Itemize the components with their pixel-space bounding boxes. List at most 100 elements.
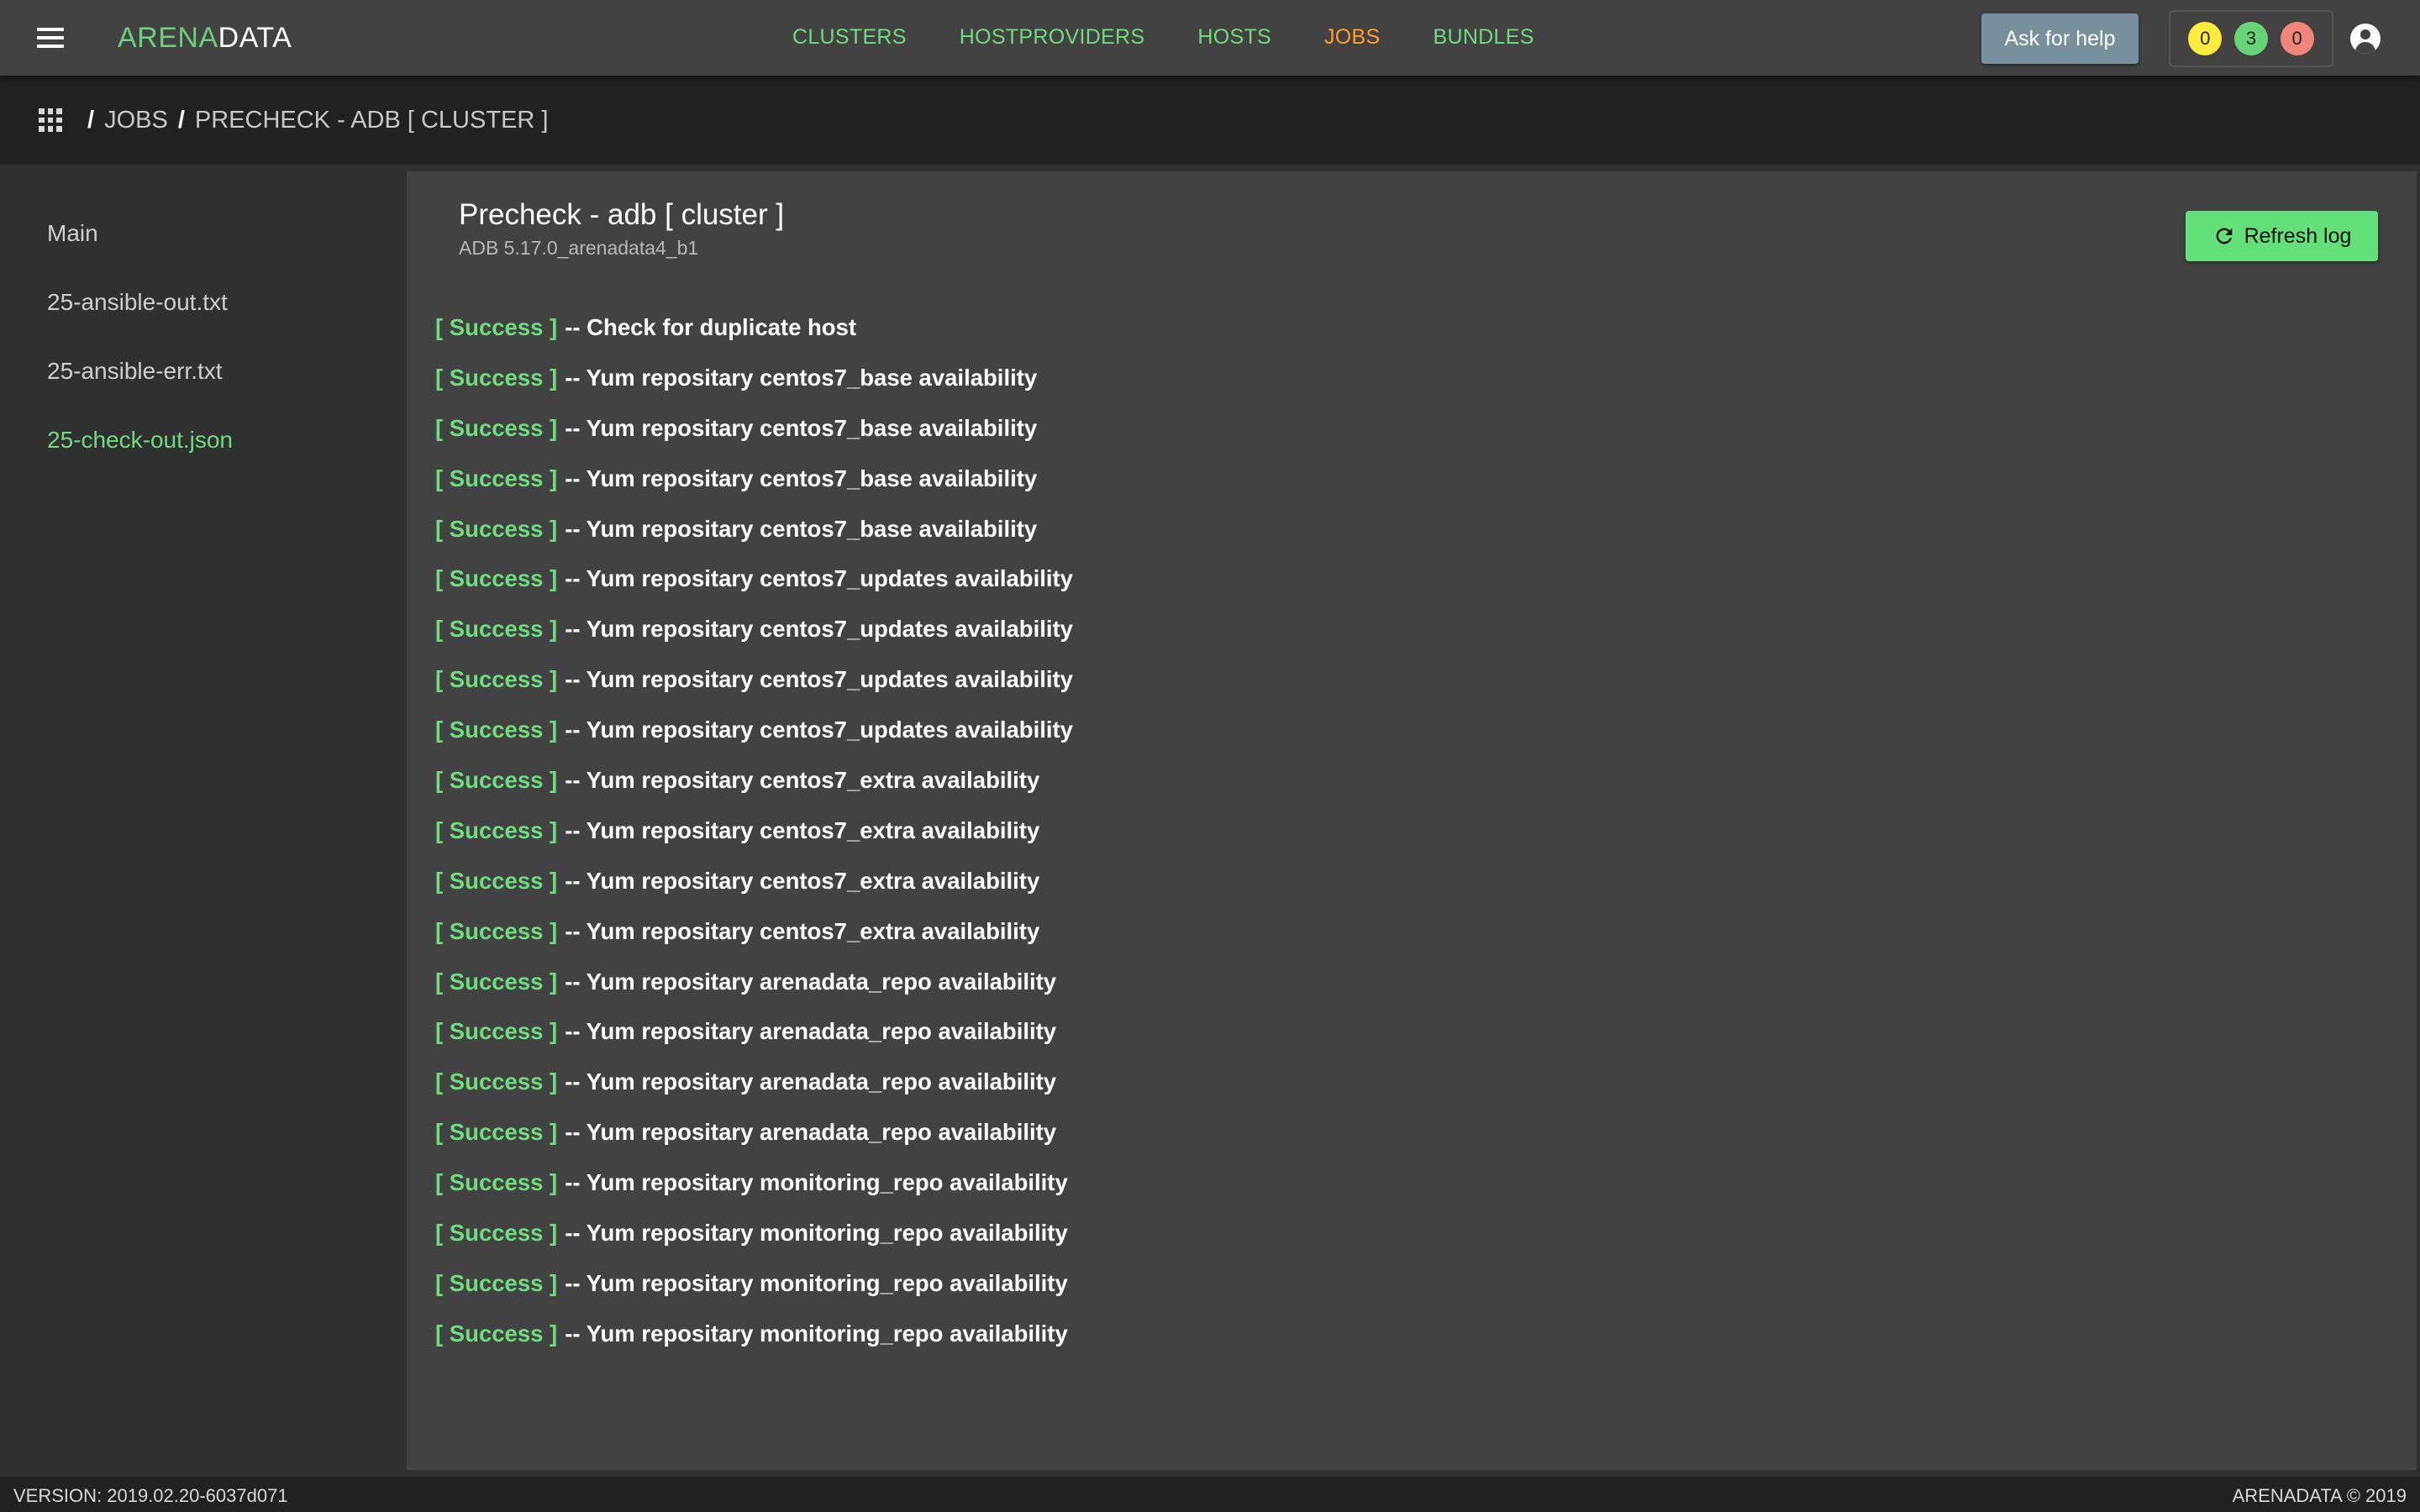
status-label: [ Success ] bbox=[435, 364, 558, 391]
log-line: [ Success ] -- Yum repositary centos7_upd… bbox=[435, 654, 1073, 705]
status-label: [ Success ] bbox=[435, 465, 558, 491]
success-jobs-badge[interactable]: 3 bbox=[2233, 22, 2268, 55]
log-list: [ Success ] -- Check for duplicate host [… bbox=[435, 302, 1073, 1359]
breadcrumb: / JOBS / PRECHECK - ADB [ CLUSTER ] bbox=[0, 76, 2420, 165]
copyright-label: ARENADATA © 2019 bbox=[2232, 1485, 2407, 1506]
log-line: [ Success ] -- Yum repositary centos7_ext… bbox=[435, 906, 1073, 957]
status-label: [ Success ] bbox=[435, 565, 558, 592]
log-line: [ Success ] -- Yum repositary centos7_ext… bbox=[435, 856, 1073, 906]
page-title: Precheck - adb [ cluster ] bbox=[459, 198, 785, 231]
log-text: -- Yum repositary centos7_base availabil… bbox=[565, 515, 1038, 542]
log-line: [ Success ] -- Yum repositary centos7_bas… bbox=[435, 353, 1073, 403]
log-line: [ Success ] -- Check for duplicate host bbox=[435, 302, 1073, 353]
nav-hostproviders[interactable]: HOSTPROVIDERS bbox=[960, 25, 1145, 50]
log-line: [ Success ] -- Yum repositary monitoring_… bbox=[435, 1258, 1073, 1309]
log-text: -- Yum repositary monitoring_repo availa… bbox=[565, 1169, 1068, 1196]
menu-icon[interactable] bbox=[34, 24, 67, 52]
status-label: [ Success ] bbox=[435, 968, 558, 995]
top-toolbar: ARENADATA CLUSTERS HOSTPROVIDERS HOSTS J… bbox=[0, 0, 2420, 76]
status-label: [ Success ] bbox=[435, 414, 558, 441]
log-text: -- Yum repositary arenadata_repo availab… bbox=[565, 968, 1057, 995]
account-circle-icon[interactable] bbox=[2350, 24, 2381, 54]
log-line: [ Success ] -- Yum repositary arenadata_r… bbox=[435, 1057, 1073, 1107]
log-line: [ Success ] -- Yum repositary centos7_bas… bbox=[435, 504, 1073, 554]
status-label: [ Success ] bbox=[435, 616, 558, 643]
log-text: -- Check for duplicate host bbox=[565, 313, 857, 340]
log-text: -- Yum repositary monitoring_repo availa… bbox=[565, 1269, 1068, 1296]
log-text: -- Yum repositary arenadata_repo availab… bbox=[565, 1068, 1057, 1095]
status-label: [ Success ] bbox=[435, 766, 558, 793]
refresh-icon bbox=[2216, 228, 2232, 244]
breadcrumb-current-job[interactable]: PRECHECK - ADB [ CLUSTER ] bbox=[195, 107, 549, 134]
log-text: -- Yum repositary arenadata_repo availab… bbox=[565, 1119, 1057, 1146]
version-label: VERSION: 2019.02.20-6037d071 bbox=[13, 1485, 288, 1506]
nav-bundles[interactable]: BUNDLES bbox=[1434, 25, 1534, 50]
page-subtitle: ADB 5.17.0_arenadata4_b1 bbox=[459, 237, 699, 259]
nav-hosts[interactable]: HOSTS bbox=[1197, 25, 1271, 50]
main-nav: CLUSTERS HOSTPROVIDERS HOSTS JOBS BUNDLE… bbox=[792, 25, 1587, 50]
log-line: [ Success ] -- Yum repositary centos7_bas… bbox=[435, 403, 1073, 454]
status-label: [ Success ] bbox=[435, 1018, 558, 1045]
log-line: [ Success ] -- Yum repositary arenadata_r… bbox=[435, 1006, 1073, 1057]
failed-jobs-badge[interactable]: 0 bbox=[2280, 22, 2314, 55]
log-text: -- Yum repositary centos7_updates availa… bbox=[565, 565, 1073, 592]
log-line: [ Success ] -- Yum repositary centos7_ext… bbox=[435, 806, 1073, 856]
status-label: [ Success ] bbox=[435, 1320, 558, 1347]
log-text: -- Yum repositary monitoring_repo availa… bbox=[565, 1320, 1068, 1347]
log-line: [ Success ] -- Yum repositary arenadata_r… bbox=[435, 957, 1073, 1007]
status-label: [ Success ] bbox=[435, 1219, 558, 1246]
sidebar-item-main[interactable]: Main bbox=[47, 220, 98, 247]
status-label: [ Success ] bbox=[435, 816, 558, 843]
status-label: [ Success ] bbox=[435, 313, 558, 340]
log-line: [ Success ] -- Yum repositary arenadata_r… bbox=[435, 1107, 1073, 1158]
logo[interactable]: ARENADATA bbox=[118, 22, 292, 55]
breadcrumb-separator: / bbox=[87, 106, 95, 134]
log-text: -- Yum repositary centos7_updates availa… bbox=[565, 666, 1073, 693]
ask-for-help-button[interactable]: Ask for help bbox=[1981, 13, 2139, 64]
log-line: [ Success ] -- Yum repositary monitoring_… bbox=[435, 1158, 1073, 1208]
status-label: [ Success ] bbox=[435, 1269, 558, 1296]
sidebar: Main 25-ansible-out.txt 25-ansible-err.t… bbox=[0, 165, 407, 1477]
log-line: [ Success ] -- Yum repositary monitoring_… bbox=[435, 1208, 1073, 1258]
log-text: -- Yum repositary centos7_extra availabi… bbox=[565, 766, 1040, 793]
log-text: -- Yum repositary arenadata_repo availab… bbox=[565, 1018, 1057, 1045]
log-line: [ Success ] -- Yum repositary centos7_upd… bbox=[435, 554, 1073, 604]
log-text: -- Yum repositary centos7_base availabil… bbox=[565, 414, 1038, 441]
breadcrumb-jobs[interactable]: JOBS bbox=[104, 107, 168, 134]
log-panel: Precheck - adb [ cluster ] ADB 5.17.0_ar… bbox=[407, 171, 2417, 1470]
running-jobs-badge[interactable]: 0 bbox=[2188, 22, 2223, 55]
log-text: -- Yum repositary centos7_extra availabi… bbox=[565, 917, 1040, 944]
footer: VERSION: 2019.02.20-6037d071 ARENADATA ©… bbox=[0, 1477, 2420, 1512]
job-counters: 0 3 0 bbox=[2169, 10, 2333, 67]
refresh-log-button[interactable]: Refresh log bbox=[2186, 211, 2378, 261]
log-text: -- Yum repositary monitoring_repo availa… bbox=[565, 1219, 1068, 1246]
status-label: [ Success ] bbox=[435, 1169, 558, 1196]
status-label: [ Success ] bbox=[435, 515, 558, 542]
logo-data: DATA bbox=[218, 22, 292, 54]
log-line: [ Success ] -- Yum repositary centos7_upd… bbox=[435, 705, 1073, 755]
sidebar-item-check-out[interactable]: 25-check-out.json bbox=[47, 427, 233, 454]
status-label: [ Success ] bbox=[435, 917, 558, 944]
breadcrumb-separator: / bbox=[177, 106, 185, 134]
log-text: -- Yum repositary centos7_extra availabi… bbox=[565, 867, 1040, 894]
logo-arena: ARENA bbox=[118, 22, 218, 54]
status-label: [ Success ] bbox=[435, 717, 558, 743]
status-label: [ Success ] bbox=[435, 1119, 558, 1146]
status-label: [ Success ] bbox=[435, 666, 558, 693]
refresh-log-label: Refresh log bbox=[2244, 223, 2352, 248]
log-text: -- Yum repositary centos7_extra availabi… bbox=[565, 816, 1040, 843]
apps-grid-icon[interactable] bbox=[39, 108, 62, 132]
log-text: -- Yum repositary centos7_updates availa… bbox=[565, 717, 1073, 743]
status-label: [ Success ] bbox=[435, 867, 558, 894]
log-text: -- Yum repositary centos7_base availabil… bbox=[565, 364, 1038, 391]
log-line: [ Success ] -- Yum repositary centos7_ext… bbox=[435, 755, 1073, 806]
status-label: [ Success ] bbox=[435, 1068, 558, 1095]
nav-clusters[interactable]: CLUSTERS bbox=[792, 25, 907, 50]
sidebar-item-ansible-err[interactable]: 25-ansible-err.txt bbox=[47, 358, 223, 385]
log-line: [ Success ] -- Yum repositary centos7_bas… bbox=[435, 454, 1073, 504]
nav-jobs[interactable]: JOBS bbox=[1324, 25, 1381, 50]
log-text: -- Yum repositary centos7_base availabil… bbox=[565, 465, 1038, 491]
sidebar-item-ansible-out[interactable]: 25-ansible-out.txt bbox=[47, 289, 228, 316]
log-text: -- Yum repositary centos7_updates availa… bbox=[565, 616, 1073, 643]
log-line: [ Success ] -- Yum repositary centos7_upd… bbox=[435, 604, 1073, 654]
